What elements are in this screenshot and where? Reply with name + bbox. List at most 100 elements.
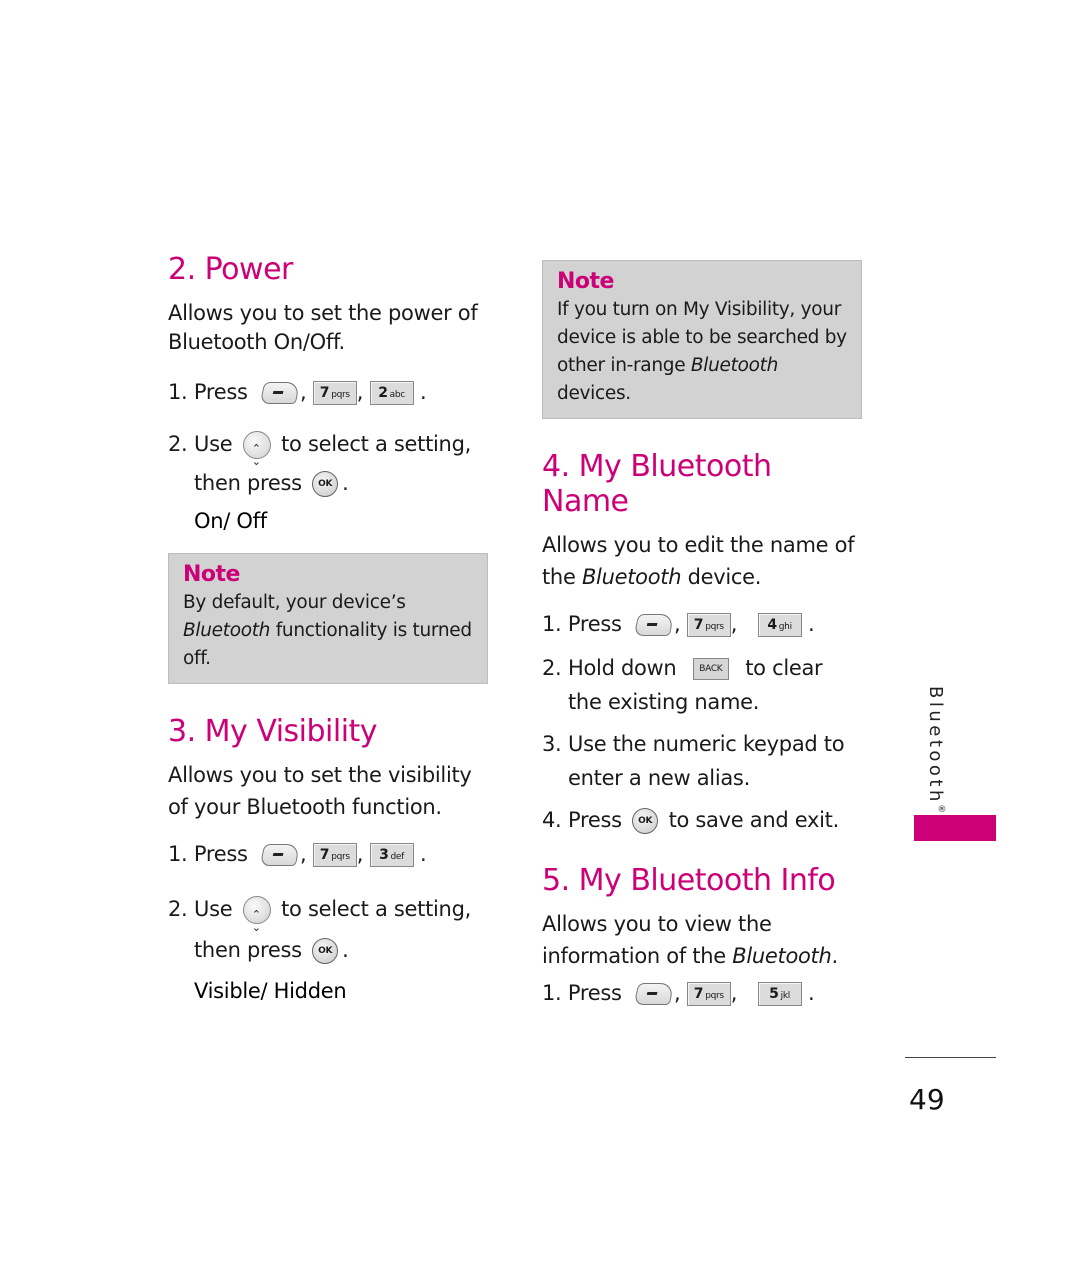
separator: , <box>730 612 738 636</box>
bluetooth-name-step-1: 1. Press , 7 pqrs, 4 ghi . <box>542 607 862 641</box>
step-text: Use the numeric keypad to enter a new al… <box>568 732 845 790</box>
section-title-power: 2. Power <box>168 252 293 287</box>
note-text-italic: Bluetooth <box>690 355 778 376</box>
key-digit: 7 <box>693 617 704 633</box>
key-letters: pqrs <box>705 622 724 632</box>
step-number: 1. <box>168 380 188 404</box>
ok-key-icon: OK <box>312 938 339 964</box>
bluetooth-info-step-1: 1. Press , 7 pqrs, 5 jkl . <box>542 976 862 1010</box>
step-text: Press <box>567 981 622 1005</box>
desc-text-italic: Bluetooth <box>732 944 832 968</box>
key-3-def-icon: 3 def <box>369 843 414 867</box>
key-digit: 2 <box>378 385 388 401</box>
key-digit: 7 <box>319 847 330 863</box>
section-title-visibility: 3. My Visibility <box>168 714 378 749</box>
bluetooth-info-description: Allows you to view the information of th… <box>542 908 862 972</box>
chapter-side-label: Bluetooth® <box>917 686 947 818</box>
step-number: 1. <box>542 612 562 636</box>
visibility-step-2: 2. Use to select a setting, then press O… <box>168 889 488 971</box>
separator: . <box>419 380 427 404</box>
separator: , <box>300 380 307 404</box>
note-box-power: Note By default, your device’s Bluetooth… <box>168 553 488 684</box>
footer-divider <box>905 1057 996 1058</box>
key-letters: jkl <box>780 991 791 1001</box>
key-2-abc-icon: 2 abc <box>369 381 414 405</box>
key-7-pqrs-icon: 7 pqrs <box>686 982 731 1006</box>
step-text: Use <box>194 897 233 921</box>
key-letters: pqrs <box>331 390 350 400</box>
step-number: 2. <box>168 432 188 456</box>
step-text: Press <box>193 380 248 404</box>
step-number: 4. <box>542 808 562 832</box>
page-number: 49 <box>909 1083 945 1116</box>
key-7-pqrs-icon: 7 pqrs <box>312 381 357 405</box>
step-text: Hold down <box>568 656 677 680</box>
key-7-pqrs-icon: 7 pqrs <box>312 843 357 867</box>
note-text-italic: Bluetooth <box>183 620 271 641</box>
key-letters: ghi <box>778 622 792 632</box>
step-number: 2. <box>542 656 562 680</box>
key-digit: 3 <box>379 847 389 863</box>
separator: , <box>356 380 364 404</box>
note-text: By default, your device’s <box>183 592 406 613</box>
step-text: to save and exit. <box>668 808 840 832</box>
key-5-jkl-icon: 5 jkl <box>757 982 802 1006</box>
step-text: to select a setting, <box>281 432 471 456</box>
key-letters: pqrs <box>705 991 724 1001</box>
navigation-key-icon <box>242 894 271 948</box>
step-number: 2. <box>168 897 188 921</box>
key-digit: 7 <box>319 385 330 401</box>
desc-text: device. <box>681 565 762 589</box>
separator: . <box>342 938 349 962</box>
step-text: to select a setting, <box>281 897 471 921</box>
key-4-ghi-icon: 4 ghi <box>757 613 802 637</box>
key-letters: def <box>390 852 405 862</box>
note-title: Note <box>557 269 614 294</box>
separator: , <box>674 981 681 1005</box>
step-text: then press <box>194 471 302 495</box>
step-text: Use <box>194 432 233 456</box>
power-description: Allows you to set the power of Bluetooth… <box>168 301 478 354</box>
left-softkey-icon <box>633 983 675 1005</box>
separator: , <box>674 612 681 636</box>
desc-text-italic: Bluetooth <box>581 565 682 589</box>
separator: . <box>342 471 349 495</box>
desc-text: . <box>831 944 838 968</box>
key-letters: abc <box>389 390 406 400</box>
visibility-description: Allows you to set the visibility of your… <box>168 763 472 819</box>
left-column: 2. Power Allows you to set the power of … <box>168 250 488 1003</box>
section-title-bluetooth-name: 4. My Bluetooth Name <box>542 449 772 519</box>
separator: , <box>730 981 738 1005</box>
key-digit: 4 <box>767 617 777 633</box>
separator: . <box>807 981 815 1005</box>
bluetooth-name-description: Allows you to edit the name of the Bluet… <box>542 529 862 593</box>
note-title: Note <box>183 562 240 587</box>
step-text: Press <box>567 612 622 636</box>
left-softkey-icon <box>633 614 675 636</box>
bluetooth-name-step-4: 4. Press OK to save and exit. <box>542 803 862 837</box>
note-text: devices. <box>557 383 631 404</box>
step-number: 1. <box>542 981 562 1005</box>
ok-key-icon: OK <box>312 471 339 497</box>
step-number: 3. <box>542 732 562 756</box>
navigation-key-icon <box>242 429 271 481</box>
visibility-step-1: 1. Press , 7 pqrs, 3 def . <box>168 837 488 871</box>
visibility-options: Visible/ Hidden <box>194 979 347 1003</box>
section-title-bluetooth-info: 5. My Bluetooth Info <box>542 863 836 898</box>
separator: , <box>356 842 364 866</box>
chapter-tab-marker <box>914 815 996 841</box>
bluetooth-name-step-3: 3. Use the numeric keypad to enter a new… <box>542 727 862 795</box>
power-options: On/ Off <box>194 509 267 533</box>
power-step-2: 2. Use to select a setting, then press O… <box>168 425 488 503</box>
step-text: Press <box>568 808 622 832</box>
chapter-label-text: Bluetooth <box>925 686 946 805</box>
key-digit: 7 <box>693 986 704 1002</box>
step-number: 1. <box>168 842 188 866</box>
separator: , <box>300 842 307 866</box>
note-body: If you turn on My Visibility, your devic… <box>557 296 847 408</box>
bluetooth-name-step-2: 2. Hold down BACK to clear the existing … <box>542 651 862 719</box>
left-softkey-icon <box>259 844 301 866</box>
separator: . <box>419 842 427 866</box>
step-text: Press <box>193 842 248 866</box>
separator: . <box>807 612 815 636</box>
